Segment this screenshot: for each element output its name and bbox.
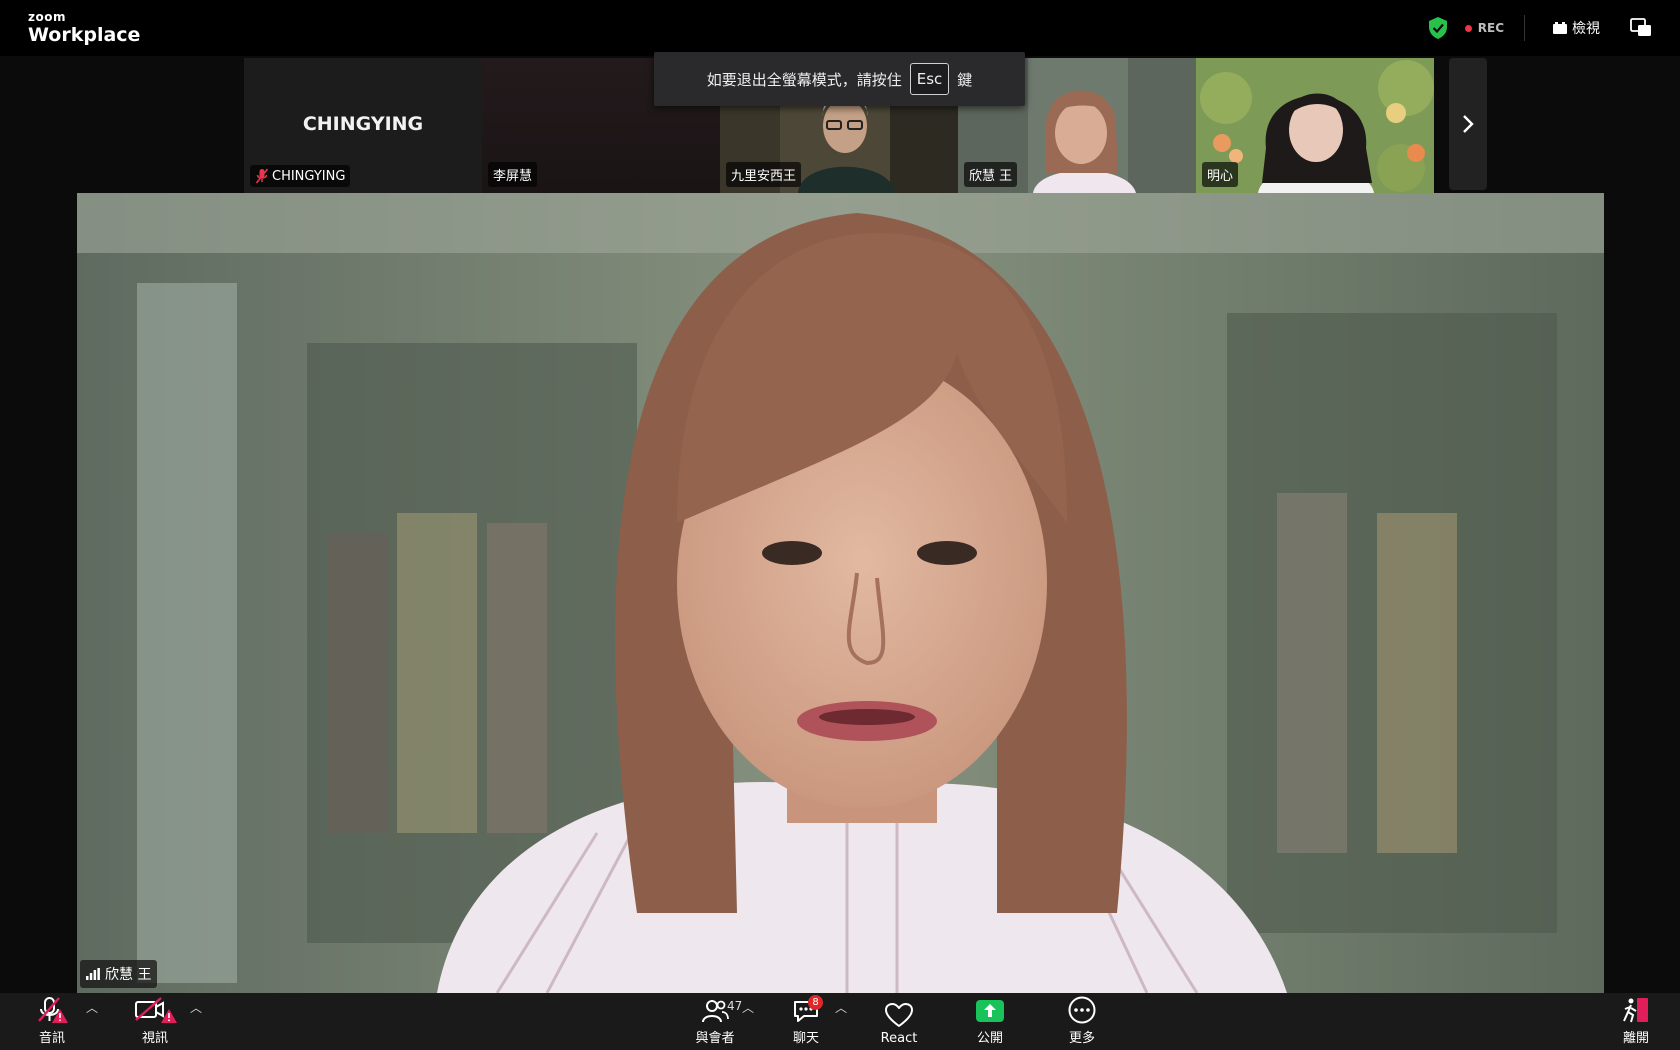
zoom-meeting-window: zoom Workplace REC 檢視 CHINGYING CHINGYIN… bbox=[0, 0, 1680, 1050]
participants-label: 與會者 bbox=[695, 1031, 735, 1046]
meeting-toolbar: 音訊 ︿ 視訊 ︿ 與會者 47 ︿ 聊天 8 ︿ React 公開 更多 離開 bbox=[0, 993, 1680, 1050]
leave-door-icon bbox=[1623, 998, 1648, 1023]
leave-meeting-button[interactable]: 離開 bbox=[1616, 993, 1656, 1050]
chat-options-caret[interactable]: ︿ bbox=[835, 999, 847, 1016]
react-button[interactable]: React bbox=[874, 993, 924, 1050]
share-screen-button[interactable]: 公開 bbox=[970, 993, 1010, 1050]
switch-window-icon[interactable] bbox=[1630, 18, 1652, 38]
thumbnail-name-tag: 李屏慧 bbox=[488, 162, 538, 187]
chat-unread-badge: 8 bbox=[808, 995, 823, 1010]
thumbnail-name-tag: CHINGYING bbox=[250, 165, 351, 187]
video-options-caret[interactable]: ︿ bbox=[190, 999, 202, 1016]
active-speaker-name-tag: 欣慧 王 bbox=[80, 960, 158, 988]
view-button[interactable]: 檢視 bbox=[1553, 18, 1600, 38]
participants-count: 47 bbox=[727, 999, 743, 1013]
thumbnail-name-tag: 九里安西王 bbox=[726, 162, 802, 187]
active-speaker-name: 欣慧 王 bbox=[105, 967, 152, 983]
zoom-logo: zoom Workplace bbox=[28, 10, 140, 46]
video-off-icon bbox=[135, 997, 177, 1023]
esc-key-label: Esc bbox=[909, 63, 950, 95]
participants-icon bbox=[702, 1000, 729, 1023]
top-right-controls: REC 檢視 bbox=[1427, 0, 1680, 56]
thumbnail-name: 九里安西王 bbox=[731, 169, 797, 184]
thumbnail-name-tag: 明心 bbox=[1202, 162, 1239, 187]
audio-label: 音訊 bbox=[38, 1031, 65, 1046]
thumbnail-chingying[interactable]: CHINGYING CHINGYING bbox=[244, 58, 482, 193]
leave-label: 離開 bbox=[1622, 1031, 1649, 1046]
mic-muted-icon bbox=[38, 997, 68, 1023]
more-label: 更多 bbox=[1068, 1031, 1095, 1046]
audio-options-caret[interactable]: ︿ bbox=[86, 999, 98, 1016]
divider bbox=[1524, 15, 1525, 41]
heart-icon bbox=[885, 1003, 913, 1027]
view-grid-icon bbox=[1553, 22, 1567, 34]
participants-options-caret[interactable]: ︿ bbox=[742, 999, 754, 1016]
thumbnail-name: 明心 bbox=[1207, 169, 1234, 184]
video-button[interactable]: 視訊 bbox=[130, 993, 180, 1050]
chevron-right-icon bbox=[1463, 115, 1474, 133]
more-button[interactable]: 更多 bbox=[1062, 993, 1102, 1050]
thumbnail-name: CHINGYING bbox=[272, 168, 346, 184]
view-label: 檢視 bbox=[1572, 21, 1600, 37]
top-bar: zoom Workplace REC 檢視 bbox=[0, 0, 1680, 56]
thumbnail-name: 欣慧 王 bbox=[969, 169, 1013, 184]
thumbnail-display-name: CHINGYING bbox=[302, 113, 424, 135]
signal-strength-icon bbox=[86, 968, 100, 980]
security-shield-icon[interactable] bbox=[1427, 16, 1449, 40]
brand-big-text: Workplace bbox=[28, 24, 141, 46]
thumbnail-mingxin[interactable]: 明心 bbox=[1196, 58, 1434, 193]
brand-small-text: zoom bbox=[28, 10, 66, 24]
next-page-button[interactable] bbox=[1449, 58, 1487, 190]
share-screen-icon bbox=[976, 1000, 1004, 1022]
mic-muted-icon bbox=[255, 168, 269, 184]
rec-label: REC bbox=[1477, 21, 1504, 35]
thumbnail-name-tag: 欣慧 王 bbox=[964, 162, 1018, 187]
chat-label: 聊天 bbox=[792, 1031, 819, 1046]
active-speaker-video bbox=[77, 193, 1604, 993]
react-label: React bbox=[880, 1031, 918, 1046]
toast-text-after: 鍵 bbox=[957, 70, 973, 89]
video-label: 視訊 bbox=[141, 1031, 168, 1046]
audio-button[interactable]: 音訊 bbox=[34, 993, 70, 1050]
exit-fullscreen-toast: 如要退出全螢幕模式，請按住 Esc 鍵 bbox=[654, 52, 1025, 106]
thumbnail-name: 李屏慧 bbox=[493, 169, 533, 184]
rec-dot-icon bbox=[1464, 24, 1472, 32]
share-label: 公開 bbox=[976, 1031, 1003, 1046]
recording-indicator[interactable]: REC bbox=[1464, 21, 1504, 35]
toast-text-before: 如要退出全螢幕模式，請按住 bbox=[706, 70, 902, 89]
more-icon bbox=[1068, 996, 1096, 1024]
speaker-video-figure bbox=[77, 193, 1604, 993]
